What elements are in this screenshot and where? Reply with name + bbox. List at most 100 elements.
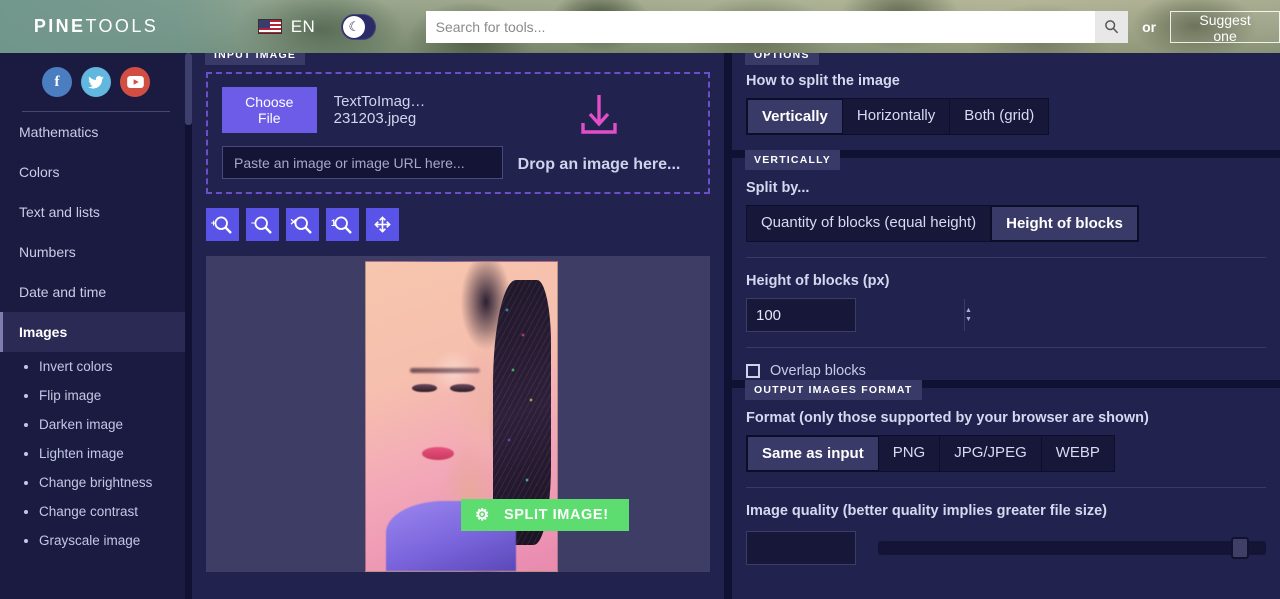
sidebar-tool-invert-colors[interactable]: Invert colors — [0, 352, 192, 381]
format-group: Same as input PNG JPG/JPEG WEBP — [746, 435, 1115, 472]
theme-toggle[interactable]: ☾ — [341, 13, 376, 40]
sidebar-item-text-and-lists[interactable]: Text and lists — [0, 192, 192, 232]
logo-tools: TOOLS — [85, 16, 159, 36]
image-url-input[interactable] — [222, 146, 503, 179]
logo-pine: PINE — [33, 16, 86, 36]
selected-file-name: TextToImag…231203.jpeg — [333, 93, 426, 127]
preview-image-eye-left — [412, 384, 437, 392]
overlap-blocks-checkbox[interactable] — [746, 364, 760, 378]
search-input[interactable] — [425, 10, 1096, 43]
sidebar-tool-label: Invert colors — [39, 359, 113, 374]
or-label: or — [1142, 18, 1157, 35]
download-arrow-icon — [576, 92, 622, 143]
sidebar-scrollbar-thumb[interactable] — [185, 53, 192, 125]
overlap-blocks-label: Overlap blocks — [770, 363, 866, 379]
image-preview-frame[interactable] — [206, 256, 710, 572]
zoom-in-icon[interactable]: + — [206, 208, 239, 241]
format-webp[interactable]: WEBP — [1041, 436, 1114, 471]
sidebar-tool-label: Grayscale image — [39, 533, 141, 548]
sidebar-tool-darken-image[interactable]: Darken image — [0, 410, 192, 439]
top-header: PINETOOLS EN ☾ or Suggest one — [0, 0, 1280, 53]
divider-3 — [746, 487, 1266, 488]
bullet-icon — [24, 393, 28, 398]
sidebar-tool-change-contrast[interactable]: Change contrast — [0, 497, 192, 526]
youtube-icon[interactable] — [120, 67, 150, 97]
image-quality-label: Image quality (better quality implies gr… — [746, 503, 1107, 519]
sidebar-tool-label: Flip image — [39, 388, 102, 403]
search-icon[interactable] — [1095, 10, 1129, 43]
facebook-icon[interactable]: f — [42, 67, 72, 97]
image-quality-slider-thumb[interactable] — [1231, 537, 1250, 559]
dropzone-right: Drop an image here... — [503, 92, 695, 174]
split-mode-vertically[interactable]: Vertically — [747, 99, 843, 134]
zoom-reset-icon[interactable]: ✕ — [286, 208, 319, 241]
dropzone[interactable]: Choose File TextToImag…231203.jpeg Paste… — [206, 72, 710, 194]
zoom-actual-size-icon[interactable]: 1 — [326, 208, 359, 241]
spinner-down-icon[interactable]: ▼ — [965, 315, 972, 324]
suggest-one-button[interactable]: Suggest one — [1170, 10, 1280, 44]
sidebar-image-tools: Invert colors Flip image Darken image Light… — [0, 352, 192, 555]
sidebar-tool-grayscale-image[interactable]: Grayscale image — [0, 526, 192, 555]
output-format-panel-tag: OUTPUT IMAGES FORMAT — [745, 380, 922, 400]
split-image-button-label: SPLIT IMAGE! — [503, 507, 609, 523]
split-image-button[interactable]: ⚙ SPLIT IMAGE! — [461, 499, 629, 531]
us-flag-icon — [257, 19, 282, 34]
move-icon[interactable] — [366, 208, 399, 241]
sidebar-item-mathematics[interactable]: Mathematics — [0, 112, 192, 152]
split-by-quantity-of-blocks-equal-height[interactable]: Quantity of blocks (equal height) — [747, 206, 992, 241]
overlap-blocks-row[interactable]: Overlap blocks — [746, 363, 1266, 379]
output-format-panel: OUTPUT IMAGES FORMAT Format (only those … — [732, 380, 1280, 599]
sidebar-tool-label: Lighten image — [39, 446, 124, 461]
sidebar-item-numbers[interactable]: Numbers — [0, 232, 192, 272]
divider-1 — [746, 257, 1266, 258]
split-mode-group: Vertically Horizontally Both (grid) — [746, 98, 1050, 135]
social-links: f — [0, 53, 192, 97]
site-logo[interactable]: PINETOOLS — [0, 16, 192, 37]
choose-file-button[interactable]: Choose File — [222, 87, 317, 133]
preview-image-lips — [422, 447, 454, 460]
height-spinner[interactable]: ▲ ▼ — [964, 299, 972, 331]
sidebar-item-colors[interactable]: Colors — [0, 152, 192, 192]
sidebar-tool-flip-image[interactable]: Flip image — [0, 381, 192, 410]
format-label: Format (only those supported by your bro… — [746, 410, 1149, 426]
height-of-blocks-input[interactable] — [747, 299, 964, 331]
split-mode-both-grid[interactable]: Both (grid) — [950, 99, 1049, 134]
left-column: INPUT IMAGE Choose File TextToImag…23120… — [192, 45, 724, 599]
bullet-icon — [24, 422, 28, 427]
dropzone-left: Choose File TextToImag…231203.jpeg — [222, 87, 503, 179]
spinner-up-icon[interactable]: ▲ — [965, 306, 972, 315]
sidebar-tool-change-brightness[interactable]: Change brightness — [0, 468, 192, 497]
language-selector[interactable]: EN — [257, 17, 316, 37]
input-image-panel: INPUT IMAGE Choose File TextToImag…23120… — [192, 45, 724, 599]
image-quality-row — [746, 531, 1266, 565]
image-quality-slider[interactable] — [878, 537, 1266, 559]
split-mode-horizontally[interactable]: Horizontally — [842, 99, 951, 134]
right-column: OPTIONS How to split the image Verticall… — [732, 45, 1280, 599]
bullet-icon — [24, 480, 28, 485]
gear-icon: ⚙ — [475, 507, 490, 524]
zoom-out-icon[interactable]: − — [246, 208, 279, 241]
vertically-panel-tag: VERTICALLY — [745, 150, 840, 170]
preview-image-eye-right — [450, 384, 475, 392]
split-by-label: Split by... — [746, 180, 810, 196]
sidebar-tool-lighten-image[interactable]: Lighten image — [0, 439, 192, 468]
sidebar-categories: Mathematics Colors Text and lists Numbers Da… — [0, 112, 192, 352]
sidebar-scrollbar[interactable] — [185, 53, 192, 599]
sidebar-tool-label: Darken image — [39, 417, 124, 432]
twitter-icon[interactable] — [81, 67, 111, 97]
format-jpg-jpeg[interactable]: JPG/JPEG — [940, 436, 1042, 471]
image-quality-input[interactable] — [746, 531, 856, 565]
bullet-icon — [24, 538, 28, 543]
image-zoom-toolbar: + − ✕ 1 — [206, 208, 710, 241]
sidebar-item-images[interactable]: Images — [0, 312, 192, 352]
sidebar-item-date-and-time[interactable]: Date and time — [0, 272, 192, 312]
height-of-blocks-stepper[interactable]: ▲ ▼ — [746, 298, 972, 332]
bullet-icon — [24, 364, 28, 369]
moon-icon: ☾ — [343, 15, 366, 38]
format-png[interactable]: PNG — [878, 436, 941, 471]
hamburger-icon[interactable] — [212, 21, 228, 32]
format-same-as-input[interactable]: Same as input — [747, 436, 879, 471]
split-by-height-of-blocks[interactable]: Height of blocks — [991, 206, 1138, 241]
height-of-blocks-label: Height of blocks (px) — [746, 273, 890, 289]
bullet-icon — [24, 509, 28, 514]
